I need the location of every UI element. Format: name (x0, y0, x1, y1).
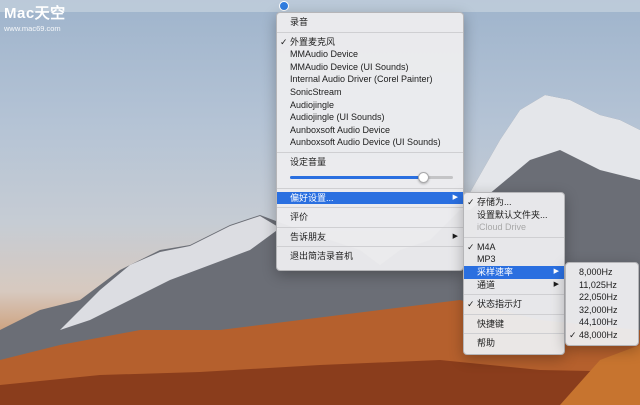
device-item-0[interactable]: ✓ 外置麦克风 (277, 36, 463, 49)
volume-header: 设定音量 (290, 156, 327, 167)
default-folder-item[interactable]: 设置默认文件夹... (464, 209, 564, 222)
device-label: Aunboxsoft Audio Device (UI Sounds) (290, 137, 441, 148)
quit-item[interactable]: 退出简洁录音机 (277, 250, 463, 263)
sample-rate-label: 采样速率 (477, 266, 514, 277)
format-label: M4A (477, 241, 496, 252)
volume-slider-knob[interactable] (418, 171, 430, 183)
checkmark-icon: ✓ (467, 197, 475, 207)
checkmark-icon: ✓ (467, 299, 475, 310)
help-label: 帮助 (477, 338, 496, 349)
prefs-item[interactable]: 偏好设置... ▶ (277, 191, 463, 205)
rate-item[interactable]: 评价 (277, 211, 463, 224)
checkmark-icon: ✓ (467, 241, 475, 252)
quit-label: 退出简洁录音机 (290, 251, 354, 262)
record-header: 录音 (290, 17, 309, 27)
rate-option-label: 48,000Hz (579, 329, 618, 340)
submenu-arrow-icon: ▶ (553, 280, 559, 288)
sample-rate-submenu: 8,000Hz 11,025Hz 22,050Hz 32,000Hz 44,10… (565, 262, 639, 346)
device-item-4[interactable]: SonicStream (277, 86, 463, 99)
icloud-item: iCloud Drive (464, 221, 564, 234)
separator (277, 187, 463, 189)
device-item-8[interactable]: Aunboxsoft Audio Device (UI Sounds) (277, 136, 463, 149)
status-light-item[interactable]: ✓ 状态指示灯 (464, 298, 564, 311)
submenu-arrow-icon: ▶ (452, 232, 458, 240)
volume-slider-fill (290, 175, 424, 179)
format-label: MP3 (477, 254, 496, 265)
device-label: Aunboxsoft Audio Device (290, 124, 391, 135)
device-label: MMAudio Device (290, 49, 359, 60)
format-item-mp3[interactable]: MP3 (464, 253, 564, 266)
separator (277, 31, 463, 33)
device-item-6[interactable]: Audiojingle (UI Sounds) (277, 111, 463, 124)
device-item-7[interactable]: Aunboxsoft Audio Device (277, 124, 463, 137)
prefs-label: 偏好设置... (290, 192, 334, 203)
rate-item-44100[interactable]: 44,100Hz (566, 316, 638, 329)
main-menu: 录音 ✓ 外置麦克风 MMAudio Device MMAudio Device … (276, 12, 464, 271)
separator (277, 246, 463, 248)
submenu-arrow-icon: ▶ (553, 267, 559, 275)
separator (277, 207, 463, 209)
default-folder-label: 设置默认文件夹... (477, 209, 548, 220)
status-light-label: 状态指示灯 (477, 299, 523, 310)
separator (464, 236, 564, 238)
shortcuts-item[interactable]: 快捷键 (464, 318, 564, 331)
device-item-2[interactable]: MMAudio Device (UI Sounds) (277, 61, 463, 74)
rate-option-label: 11,025Hz (579, 279, 617, 290)
channels-item[interactable]: 通道 ▶ (464, 279, 564, 292)
separator (277, 151, 463, 153)
channels-label: 通道 (477, 279, 496, 290)
save-as-item[interactable]: ✓ 存储为... (464, 196, 564, 209)
format-item-m4a[interactable]: ✓ M4A (464, 241, 564, 254)
watermark-logo: Mac天空 (4, 5, 66, 22)
share-item[interactable]: 告诉朋友 ▶ (277, 231, 463, 244)
device-label: Audiojingle (290, 99, 335, 110)
rate-item-11025[interactable]: 11,025Hz (566, 279, 638, 292)
save-as-label: 存储为... (477, 197, 512, 207)
sample-rate-item[interactable]: 采样速率 ▶ (464, 265, 564, 279)
separator (464, 294, 564, 296)
separator (464, 333, 564, 335)
device-item-5[interactable]: Audiojingle (277, 99, 463, 112)
rate-label: 评价 (290, 212, 309, 223)
rate-item-8000[interactable]: 8,000Hz (566, 266, 638, 279)
help-item[interactable]: 帮助 (464, 337, 564, 350)
separator (464, 313, 564, 315)
checkmark-icon: ✓ (569, 329, 577, 340)
device-label: 外置麦克风 (290, 36, 336, 47)
rate-item-32000[interactable]: 32,000Hz (566, 304, 638, 317)
device-label: Internal Audio Driver (Corel Painter) (290, 74, 433, 85)
device-label: Audiojingle (UI Sounds) (290, 112, 385, 123)
shortcuts-label: 快捷键 (477, 318, 505, 329)
icloud-label: iCloud Drive (477, 222, 527, 233)
device-item-1[interactable]: MMAudio Device (277, 48, 463, 61)
checkmark-icon: ✓ (280, 36, 288, 47)
share-label: 告诉朋友 (290, 231, 327, 242)
watermark-url: www.mac69.com (4, 24, 61, 33)
separator (277, 226, 463, 228)
rate-option-label: 32,000Hz (579, 304, 618, 315)
rate-option-label: 44,100Hz (579, 317, 618, 328)
watermark: Mac天空 www.mac69.com (4, 2, 66, 33)
prefs-submenu: ✓ 存储为... 设置默认文件夹... iCloud Drive ✓ M4A MP3… (463, 192, 565, 355)
rate-option-label: 8,000Hz (579, 267, 613, 277)
rate-item-22050[interactable]: 22,050Hz (566, 291, 638, 304)
device-item-3[interactable]: Internal Audio Driver (Corel Painter) (277, 73, 463, 86)
volume-slider[interactable] (277, 169, 463, 185)
submenu-arrow-icon: ▶ (452, 193, 458, 201)
rate-item-48000[interactable]: ✓ 48,000Hz (566, 329, 638, 342)
device-label: SonicStream (290, 86, 342, 97)
rate-option-label: 22,050Hz (579, 292, 618, 303)
device-label: MMAudio Device (UI Sounds) (290, 61, 409, 72)
